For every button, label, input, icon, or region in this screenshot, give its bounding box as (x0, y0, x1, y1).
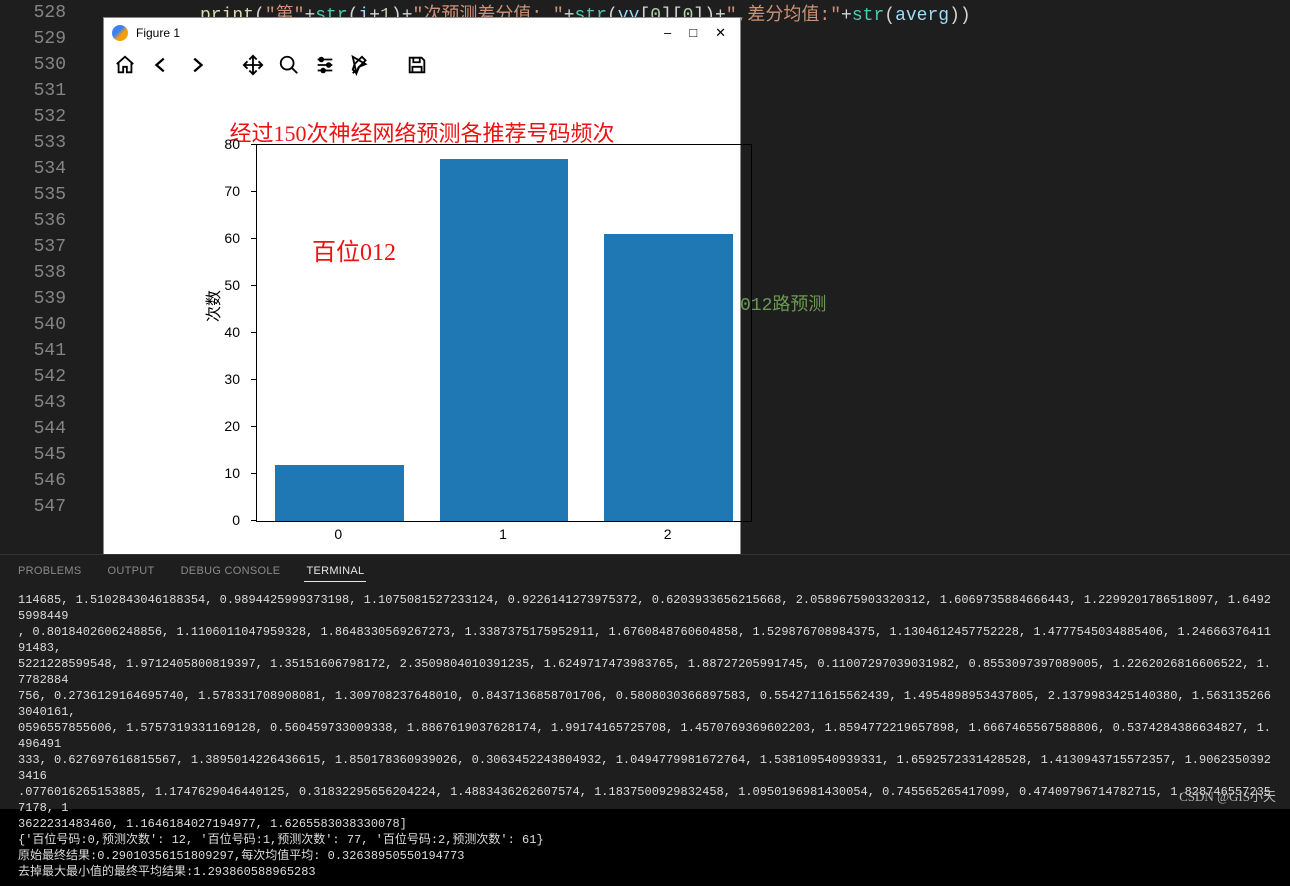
watermark: CSDN @GIS小天 (1179, 786, 1276, 805)
edit-icon[interactable] (350, 54, 372, 76)
maximize-button[interactable]: □ (689, 25, 697, 41)
panel-tab-terminal[interactable]: TERMINAL (304, 561, 366, 582)
save-icon[interactable] (406, 54, 428, 76)
y-axis-label: 次数 (200, 290, 224, 322)
y-tick-label: 60 (224, 230, 240, 246)
panel-tab-debug-console[interactable]: DEBUG CONSOLE (179, 561, 283, 582)
y-tick-label: 20 (224, 418, 240, 434)
line-number: 535 (0, 182, 88, 208)
close-button[interactable]: ✕ (715, 25, 726, 41)
line-number: 538 (0, 260, 88, 286)
figure-title: Figure 1 (136, 26, 664, 40)
panel-tab-output[interactable]: OUTPUT (106, 561, 157, 582)
line-number: 541 (0, 338, 88, 364)
pan-icon[interactable] (242, 54, 264, 76)
line-number-gutter: 5285295305315325335345355365375385395405… (0, 0, 88, 548)
line-number: 530 (0, 52, 88, 78)
panel-tabs: PROBLEMS OUTPUT DEBUG CONSOLE TERMINAL (0, 555, 1290, 582)
x-tick-label: 0 (334, 526, 342, 542)
line-number: 542 (0, 364, 88, 390)
line-number: 537 (0, 234, 88, 260)
forward-icon[interactable] (186, 54, 208, 76)
line-number: 543 (0, 390, 88, 416)
bar-2 (604, 234, 732, 521)
line-number: 528 (0, 0, 88, 26)
x-tick-label: 1 (499, 526, 507, 542)
panel-tab-problems[interactable]: PROBLEMS (16, 561, 84, 582)
y-tick-label: 0 (232, 512, 240, 528)
minimize-button[interactable]: – (664, 25, 671, 41)
chart-axes (256, 144, 752, 522)
line-number: 533 (0, 130, 88, 156)
figure-toolbar (104, 48, 740, 82)
code-comment: 012路预测 (740, 290, 826, 316)
line-number: 531 (0, 78, 88, 104)
zoom-icon[interactable] (278, 54, 300, 76)
y-tick-label: 30 (224, 371, 240, 387)
chart-annotation: 百位012 (312, 232, 396, 267)
line-number: 532 (0, 104, 88, 130)
line-number: 539 (0, 286, 88, 312)
line-number: 540 (0, 312, 88, 338)
line-number: 529 (0, 26, 88, 52)
y-tick-label: 70 (224, 183, 240, 199)
y-tick-label: 80 (224, 136, 240, 152)
figure-titlebar[interactable]: Figure 1 – □ ✕ (104, 18, 740, 48)
terminal-output[interactable]: 114685, 1.5102843046188354, 0.9894425999… (0, 582, 1290, 886)
bar-0 (275, 465, 403, 521)
line-number: 546 (0, 468, 88, 494)
y-tick-label: 50 (224, 277, 240, 293)
line-number: 534 (0, 156, 88, 182)
y-tick-label: 40 (224, 324, 240, 340)
bar-1 (440, 159, 568, 521)
x-tick-label: 2 (664, 526, 672, 542)
bottom-panel: PROBLEMSOUTPUTDEBUG CONSOLETERMINAL 1146… (0, 554, 1290, 809)
matplotlib-icon (112, 25, 128, 41)
home-icon[interactable] (114, 54, 136, 76)
figure-window: Figure 1 – □ ✕ 经过150次神经网络预测各推荐号码频次 次数 号码… (104, 18, 740, 562)
y-tick-label: 10 (224, 465, 240, 481)
line-number: 536 (0, 208, 88, 234)
back-icon[interactable] (150, 54, 172, 76)
plot-area: 经过150次神经网络预测各推荐号码频次 次数 号码 01020304050607… (104, 82, 740, 562)
line-number: 547 (0, 494, 88, 520)
configure-icon[interactable] (314, 54, 336, 76)
line-number: 544 (0, 416, 88, 442)
line-number: 545 (0, 442, 88, 468)
